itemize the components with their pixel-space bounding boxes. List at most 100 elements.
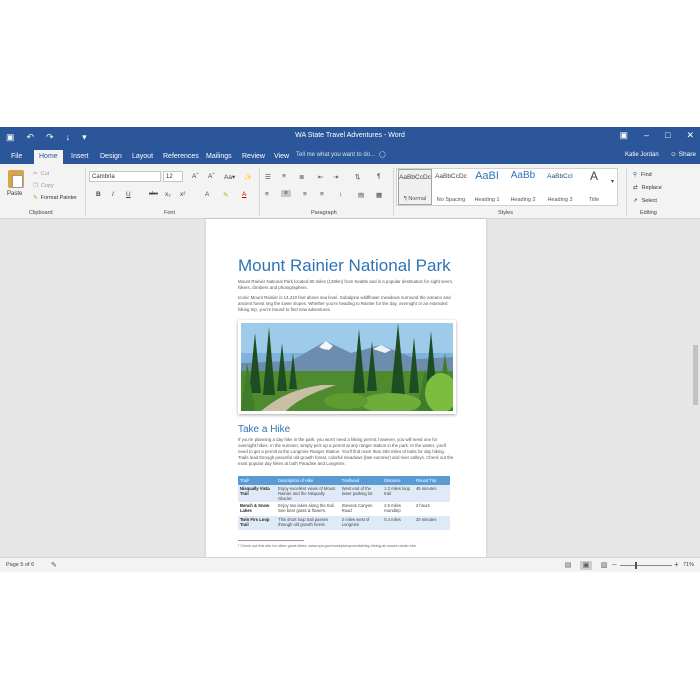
font-name-box[interactable]: Cambria bbox=[89, 171, 161, 182]
find-label: Find bbox=[641, 172, 652, 178]
tab-mailings[interactable]: Mailings bbox=[201, 150, 237, 164]
tell-me-input[interactable]: Tell me what you want to do... bbox=[296, 149, 375, 161]
justify-button[interactable]: ≡ bbox=[320, 191, 324, 198]
paintbrush-icon: ✎ bbox=[33, 195, 38, 201]
close-button[interactable]: ✕ bbox=[686, 130, 694, 141]
document-page[interactable]: Mount Rainier National Park Mount Rainie… bbox=[206, 219, 486, 557]
tab-file[interactable]: File bbox=[6, 150, 27, 164]
zoom-in-button[interactable]: + bbox=[674, 560, 679, 569]
replace-button[interactable]: ⇄ Replace bbox=[633, 185, 662, 191]
table-cell: 2.5 miles roundtrip bbox=[382, 502, 414, 516]
font-size-box[interactable]: 12 bbox=[163, 171, 183, 182]
bullets-button[interactable]: ☰ bbox=[265, 173, 271, 181]
font-color-button[interactable]: A bbox=[242, 191, 246, 198]
minimize-button[interactable]: – bbox=[644, 130, 649, 141]
cursor-icon: ↗ bbox=[633, 198, 638, 204]
multilevel-list-button[interactable]: ≣ bbox=[299, 173, 304, 181]
tell-me-box[interactable]: Tell me what you want to do... ◯ bbox=[296, 149, 408, 161]
align-center-button[interactable]: ≡ bbox=[281, 190, 291, 197]
align-right-button[interactable]: ≡ bbox=[303, 191, 307, 198]
shading-button[interactable]: ▤ bbox=[358, 191, 364, 199]
table-cell: Enjoy two lakes along the trail. See bea… bbox=[276, 502, 340, 516]
shrink-font-button[interactable]: Aˇ bbox=[208, 173, 215, 180]
style-sample: AaBbCcDc bbox=[399, 174, 431, 181]
table-cell: 0.4 miles bbox=[382, 516, 414, 530]
table-cell: Bench & Snow Lakes bbox=[238, 502, 277, 516]
ribbon-tabs: File Home Insert Design Layout Reference… bbox=[0, 147, 700, 164]
vertical-scrollbar[interactable] bbox=[691, 219, 700, 557]
ribbon-display-icon[interactable]: ▣ bbox=[619, 130, 628, 141]
numbering-button[interactable]: ≡ bbox=[282, 173, 286, 180]
style-name: ¶ Normal bbox=[403, 196, 427, 202]
copy-button[interactable]: ❐ Copy bbox=[33, 183, 54, 189]
proofing-icon[interactable]: ✎ bbox=[51, 561, 57, 569]
table-cell: Twin Firs Loop Trail bbox=[238, 516, 277, 530]
sort-button[interactable]: ⇅ bbox=[355, 173, 360, 181]
decrease-indent-button[interactable]: ⇤ bbox=[318, 173, 323, 181]
editing-group-label: Editing bbox=[640, 210, 657, 216]
change-case-button[interactable]: Aa▾ bbox=[224, 173, 235, 181]
user-name[interactable]: Katie Jordan bbox=[625, 152, 659, 158]
highlight-color-button[interactable]: ✎ bbox=[223, 191, 228, 199]
style-heading-2[interactable]: AaBb Heading 2 bbox=[505, 169, 541, 205]
bold-button[interactable]: B bbox=[96, 191, 101, 198]
style-heading-3[interactable]: AaBbCcI Heading 3 bbox=[541, 169, 579, 205]
intro-paragraph: Mount Rainier National Park located 80 m… bbox=[238, 279, 454, 291]
zoom-slider[interactable] bbox=[620, 565, 672, 566]
share-button[interactable]: ☺ Share bbox=[670, 151, 696, 158]
style-normal[interactable]: AaBbCcDc ¶ Normal bbox=[398, 169, 432, 205]
style-no-spacing[interactable]: AaBbCcDc No Spacing bbox=[433, 169, 469, 205]
table-row: Bench & Snow Lakes Enjoy two lakes along… bbox=[238, 502, 450, 516]
styles-more-icon[interactable]: ▾ bbox=[611, 178, 614, 185]
strikethrough-button[interactable]: abc bbox=[149, 191, 158, 197]
web-layout-icon[interactable]: ▧ bbox=[598, 561, 610, 570]
show-marks-button[interactable]: ¶ bbox=[377, 173, 381, 180]
zoom-slider-thumb[interactable] bbox=[635, 562, 637, 569]
grow-font-button[interactable]: Aˆ bbox=[192, 173, 199, 180]
tab-review[interactable]: Review bbox=[237, 150, 270, 164]
styles-group-label: Styles bbox=[498, 210, 513, 216]
read-mode-icon[interactable]: ▤ bbox=[562, 561, 574, 570]
mountain-photo[interactable] bbox=[238, 320, 456, 414]
group-separator bbox=[393, 168, 394, 216]
line-spacing-button[interactable]: ↕ bbox=[339, 191, 342, 198]
format-painter-button[interactable]: ✎ Format Painter bbox=[33, 195, 77, 201]
landscape-image bbox=[241, 323, 453, 411]
superscript-button[interactable]: x² bbox=[180, 191, 185, 198]
style-sample: AaBbCcDc bbox=[435, 173, 467, 180]
style-title[interactable]: A Title bbox=[579, 169, 609, 205]
tab-layout[interactable]: Layout bbox=[127, 150, 158, 164]
tab-home[interactable]: Home bbox=[34, 150, 63, 164]
tab-references[interactable]: References bbox=[158, 150, 204, 164]
find-button[interactable]: ⚲ Find bbox=[633, 172, 652, 178]
align-left-button[interactable]: ≡ bbox=[265, 191, 269, 198]
zoom-out-button[interactable]: – bbox=[612, 560, 616, 569]
tab-design[interactable]: Design bbox=[95, 150, 127, 164]
paste-icon[interactable] bbox=[8, 170, 24, 188]
scrollbar-thumb[interactable] bbox=[693, 345, 698, 405]
ribbon-home: Paste ✂ Cut ❐ Copy ✎ Format Painter Clipboa… bbox=[0, 164, 700, 219]
paste-button[interactable]: Paste bbox=[7, 191, 22, 197]
underline-button[interactable]: U bbox=[126, 191, 131, 198]
tab-insert[interactable]: Insert bbox=[66, 150, 94, 164]
trails-table[interactable]: Trail¹ Description of Hike Trailhead Dis… bbox=[238, 476, 450, 530]
zoom-level[interactable]: 71% bbox=[683, 562, 694, 568]
clear-formatting-button[interactable]: ✨ bbox=[244, 173, 252, 181]
section-heading: Take a Hike bbox=[238, 424, 291, 435]
select-button[interactable]: ↗ Select bbox=[633, 198, 657, 204]
replace-icon: ⇄ bbox=[633, 185, 638, 191]
italic-button[interactable]: I bbox=[112, 191, 114, 198]
borders-button[interactable]: ▦ bbox=[376, 191, 382, 199]
tab-view[interactable]: View bbox=[269, 150, 294, 164]
style-name: No Spacing bbox=[436, 197, 466, 203]
print-layout-icon[interactable]: ▣ bbox=[580, 561, 592, 570]
text-effects-button[interactable]: A bbox=[205, 191, 209, 198]
subscript-button[interactable]: x₂ bbox=[165, 191, 171, 198]
cut-button[interactable]: ✂ Cut bbox=[33, 171, 49, 177]
page-count[interactable]: Page 5 of 6 bbox=[6, 562, 34, 568]
increase-indent-button[interactable]: ⇥ bbox=[333, 173, 338, 181]
maximize-button[interactable]: □ bbox=[665, 130, 670, 141]
table-cell: Enjoy excellent views of Mount Rainier a… bbox=[276, 485, 340, 502]
scissors-icon: ✂ bbox=[33, 171, 38, 177]
style-heading-1[interactable]: AaBI Heading 1 bbox=[469, 169, 505, 205]
